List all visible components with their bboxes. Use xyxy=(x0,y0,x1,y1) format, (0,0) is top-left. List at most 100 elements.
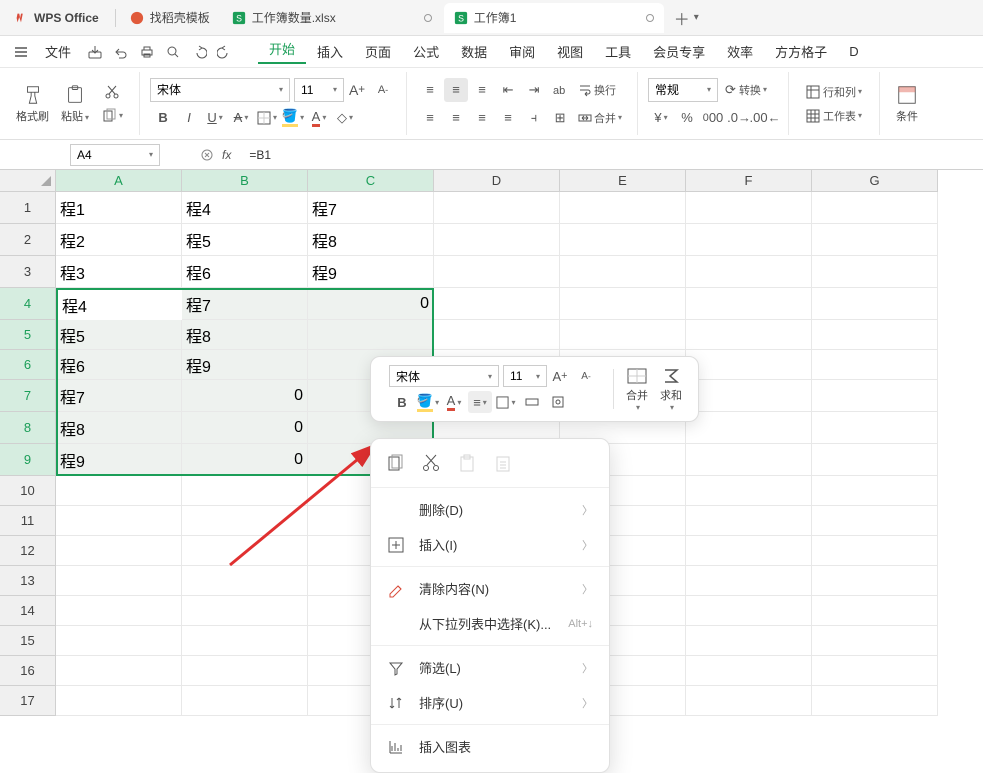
underline-button[interactable]: U▾ xyxy=(203,106,227,130)
number-format-select[interactable]: 常规▾ xyxy=(648,78,718,102)
cell-G2[interactable] xyxy=(812,224,938,256)
cell-B10[interactable] xyxy=(182,476,308,506)
col-header-E[interactable]: E xyxy=(560,170,686,192)
sheet-button[interactable]: 工作表▾ xyxy=(800,104,868,128)
merge-split-button[interactable]: ⊞ xyxy=(548,106,572,130)
bold-button[interactable]: B xyxy=(151,106,175,130)
new-tab-button[interactable]: ＋ xyxy=(674,6,690,30)
cell-G1[interactable] xyxy=(812,192,938,224)
cell-C5[interactable] xyxy=(308,320,434,350)
cm-dropdown[interactable]: 从下拉列表中选择(K)... Alt+↓ xyxy=(371,606,609,641)
col-header-G[interactable]: G xyxy=(812,170,938,192)
cm-paste-special-icon[interactable] xyxy=(493,453,513,473)
cell-F12[interactable] xyxy=(686,536,812,566)
cm-chart[interactable]: 插入图表 xyxy=(371,729,609,764)
cell-A14[interactable] xyxy=(56,596,182,626)
cell-G8[interactable] xyxy=(812,412,938,444)
align-left-button[interactable]: ≡ xyxy=(418,106,442,130)
cell-E3[interactable] xyxy=(560,256,686,288)
cell-F16[interactable] xyxy=(686,656,812,686)
cell-B7[interactable]: 0 xyxy=(182,380,308,412)
cell-G6[interactable] xyxy=(812,350,938,380)
cell-B11[interactable] xyxy=(182,506,308,536)
cell-G5[interactable] xyxy=(812,320,938,350)
tab-template[interactable]: 找稻壳模板 xyxy=(120,3,220,33)
align-top-button[interactable]: ≡ xyxy=(418,78,442,102)
cell-D5[interactable] xyxy=(434,320,560,350)
currency-button[interactable]: ¥▾ xyxy=(649,106,673,130)
rowcol-button[interactable]: 行和列▾ xyxy=(800,80,868,104)
menu-insert[interactable]: 插入 xyxy=(306,42,354,61)
justify-button[interactable]: ≡ xyxy=(496,106,520,130)
border-button[interactable]: ▾ xyxy=(255,106,279,130)
row-header-1[interactable]: 1 xyxy=(0,192,56,224)
name-box[interactable]: A4 ▾ xyxy=(70,144,160,166)
save-icon[interactable] xyxy=(87,44,103,60)
cell-G13[interactable] xyxy=(812,566,938,596)
mini-align[interactable]: ≡▾ xyxy=(468,391,492,413)
font-name-select[interactable]: 宋体▾ xyxy=(150,78,290,102)
menu-d[interactable]: D xyxy=(838,44,869,59)
tab-file2[interactable]: S 工作簿1 xyxy=(444,3,664,33)
cond-format-button[interactable]: 条件 xyxy=(890,84,924,124)
row-header-12[interactable]: 12 xyxy=(0,536,56,566)
row-header-9[interactable]: 9 xyxy=(0,444,56,476)
cell-D1[interactable] xyxy=(434,192,560,224)
cell-A5[interactable]: 程5 xyxy=(56,320,182,350)
cell-B3[interactable]: 程6 xyxy=(182,256,308,288)
cm-copy-icon[interactable] xyxy=(385,453,405,473)
mini-border[interactable]: ▾ xyxy=(494,391,518,413)
cell-A4[interactable]: 程4 xyxy=(56,288,182,320)
cell-B15[interactable] xyxy=(182,626,308,656)
cell-A9[interactable]: 程9 xyxy=(56,444,182,476)
menu-page[interactable]: 页面 xyxy=(354,42,402,61)
undo-icon[interactable] xyxy=(113,44,129,60)
row-header-14[interactable]: 14 xyxy=(0,596,56,626)
menu-view[interactable]: 视图 xyxy=(546,42,594,61)
cell-A17[interactable] xyxy=(56,686,182,716)
menu-efficiency[interactable]: 效率 xyxy=(716,42,764,61)
col-header-F[interactable]: F xyxy=(686,170,812,192)
cell-F17[interactable] xyxy=(686,686,812,716)
row-header-13[interactable]: 13 xyxy=(0,566,56,596)
row-header-16[interactable]: 16 xyxy=(0,656,56,686)
format-painter-button[interactable]: 格式刷 xyxy=(10,84,55,124)
col-header-B[interactable]: B xyxy=(182,170,308,192)
menu-file[interactable]: 文件 xyxy=(34,42,82,61)
row-header-10[interactable]: 10 xyxy=(0,476,56,506)
cell-C2[interactable]: 程8 xyxy=(308,224,434,256)
cell-D4[interactable] xyxy=(434,288,560,320)
row-header-11[interactable]: 11 xyxy=(0,506,56,536)
cell-A16[interactable] xyxy=(56,656,182,686)
cell-F8[interactable] xyxy=(686,412,812,444)
cell-A7[interactable]: 程7 xyxy=(56,380,182,412)
cancel-icon[interactable] xyxy=(200,148,214,162)
cm-clear[interactable]: 清除内容(N) 〉 xyxy=(371,571,609,606)
col-header-D[interactable]: D xyxy=(434,170,560,192)
mini-sum-button[interactable]: 求和▾ xyxy=(654,367,688,412)
cell-B1[interactable]: 程4 xyxy=(182,192,308,224)
cell-A3[interactable]: 程3 xyxy=(56,256,182,288)
cell-A1[interactable]: 程1 xyxy=(56,192,182,224)
mini-fill-color[interactable]: 🪣▾ xyxy=(416,391,440,413)
increase-decimal-button[interactable]: .0→ xyxy=(727,106,751,130)
cell-G16[interactable] xyxy=(812,656,938,686)
comma-button[interactable]: 000 xyxy=(701,106,725,130)
cell-C3[interactable]: 程9 xyxy=(308,256,434,288)
cell-B16[interactable] xyxy=(182,656,308,686)
col-header-C[interactable]: C xyxy=(308,170,434,192)
cell-C4[interactable]: 0 xyxy=(308,288,434,320)
cell-F15[interactable] xyxy=(686,626,812,656)
font-color-button[interactable]: A▾ xyxy=(307,106,331,130)
cell-G9[interactable] xyxy=(812,444,938,476)
undo2-icon[interactable] xyxy=(191,44,207,60)
cm-paste-icon[interactable] xyxy=(457,453,477,473)
wrap-button[interactable]: 换行 xyxy=(574,78,620,102)
cell-B4[interactable]: 程7 xyxy=(182,288,308,320)
cell-A11[interactable] xyxy=(56,506,182,536)
menu-icon[interactable] xyxy=(13,44,29,60)
cell-F10[interactable] xyxy=(686,476,812,506)
cell-F11[interactable] xyxy=(686,506,812,536)
convert-button[interactable]: ⟳转换▾ xyxy=(719,78,773,102)
cell-F1[interactable] xyxy=(686,192,812,224)
